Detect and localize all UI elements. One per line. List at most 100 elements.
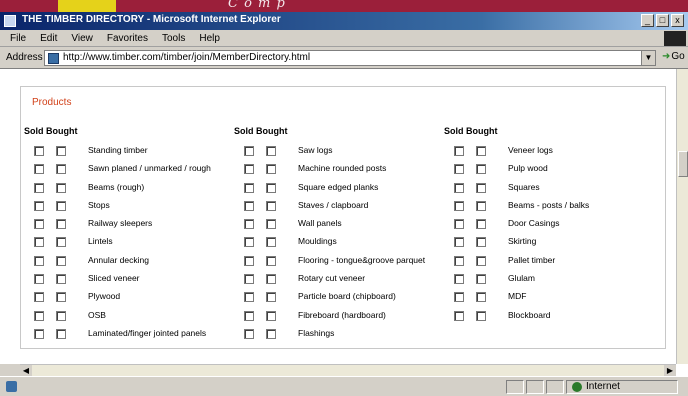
sold-checkbox[interactable] [454, 292, 464, 303]
bought-checkbox[interactable] [476, 310, 486, 321]
status-bar: Internet [0, 376, 688, 396]
address-url: http://www.timber.com/timber/join/Member… [63, 52, 311, 63]
product-row: Sliced veneer [24, 271, 234, 289]
sold-checkbox[interactable] [454, 219, 464, 230]
bought-checkbox[interactable] [266, 274, 276, 285]
bought-checkbox[interactable] [266, 182, 276, 193]
sold-checkbox[interactable] [244, 146, 254, 156]
menu-tools[interactable]: Tools [162, 33, 185, 44]
sold-checkbox[interactable] [244, 292, 254, 303]
product-label: Glulam [508, 273, 535, 284]
sold-checkbox[interactable] [244, 182, 254, 193]
menu-view[interactable]: View [71, 33, 93, 44]
scroll-thumb[interactable] [678, 151, 688, 177]
bought-checkbox[interactable] [476, 292, 486, 303]
bought-checkbox[interactable] [476, 200, 486, 211]
bought-checkbox[interactable] [476, 146, 486, 156]
chevron-down-icon[interactable]: ▼ [641, 51, 655, 65]
product-row: Beams - posts / balks [444, 198, 654, 216]
product-row: Railway sleepers [24, 216, 234, 234]
menu-help[interactable]: Help [199, 33, 220, 44]
sold-checkbox[interactable] [244, 164, 254, 175]
sold-checkbox[interactable] [244, 310, 254, 321]
bought-checkbox[interactable] [56, 310, 66, 321]
close-button[interactable]: x [671, 14, 684, 27]
sold-checkbox[interactable] [454, 164, 464, 175]
bought-checkbox[interactable] [476, 255, 486, 266]
sold-checkbox[interactable] [454, 310, 464, 321]
product-label: Skirting [508, 236, 537, 247]
bought-checkbox[interactable] [266, 146, 276, 156]
sold-checkbox[interactable] [244, 219, 254, 230]
bought-checkbox[interactable] [56, 274, 66, 285]
maximize-button[interactable]: □ [656, 14, 669, 27]
bought-checkbox[interactable] [266, 292, 276, 303]
bought-checkbox[interactable] [56, 182, 66, 193]
sold-checkbox[interactable] [244, 328, 254, 339]
sold-checkbox[interactable] [34, 219, 44, 230]
go-button[interactable]: ➜Go [662, 51, 685, 62]
bought-checkbox[interactable] [56, 255, 66, 266]
product-label: Blockboard [508, 309, 551, 320]
vertical-scrollbar[interactable] [676, 69, 688, 364]
sold-checkbox[interactable] [34, 292, 44, 303]
windows-logo-icon [664, 31, 686, 46]
bought-checkbox[interactable] [56, 328, 66, 339]
sold-checkbox[interactable] [454, 182, 464, 193]
menu-favorites[interactable]: Favorites [107, 33, 148, 44]
bought-checkbox[interactable] [476, 274, 486, 285]
sold-checkbox[interactable] [34, 255, 44, 266]
product-column-1: Sold Bought Standing timber Sawn planed / … [24, 124, 234, 344]
bought-checkbox[interactable] [56, 292, 66, 303]
bought-checkbox[interactable] [266, 200, 276, 211]
bought-checkbox[interactable] [266, 310, 276, 321]
horizontal-scrollbar[interactable]: ◀ ▶ [20, 364, 676, 376]
sold-checkbox[interactable] [34, 237, 44, 248]
sold-checkbox[interactable] [244, 274, 254, 285]
sold-checkbox[interactable] [244, 255, 254, 266]
product-row: OSB [24, 308, 234, 326]
product-label: Pulp wood [508, 163, 548, 174]
sold-checkbox[interactable] [34, 182, 44, 193]
bought-checkbox[interactable] [476, 219, 486, 230]
menu-file[interactable]: File [10, 33, 26, 44]
bought-checkbox[interactable] [266, 164, 276, 175]
sold-checkbox[interactable] [244, 237, 254, 248]
bought-checkbox[interactable] [266, 255, 276, 266]
sold-checkbox[interactable] [34, 164, 44, 175]
sold-checkbox[interactable] [34, 310, 44, 321]
scroll-left-icon[interactable]: ◀ [20, 365, 32, 376]
bought-checkbox[interactable] [476, 237, 486, 248]
sold-checkbox[interactable] [454, 255, 464, 266]
sold-checkbox[interactable] [34, 274, 44, 285]
product-label: Railway sleepers [88, 218, 153, 229]
minimize-button[interactable]: _ [641, 14, 654, 27]
bought-checkbox[interactable] [266, 237, 276, 248]
sold-checkbox[interactable] [454, 237, 464, 248]
bought-checkbox[interactable] [56, 146, 66, 156]
menu-edit[interactable]: Edit [40, 33, 57, 44]
sold-checkbox[interactable] [34, 146, 44, 156]
sold-checkbox[interactable] [454, 274, 464, 285]
bought-checkbox[interactable] [56, 164, 66, 175]
sold-checkbox[interactable] [34, 200, 44, 211]
scroll-right-icon[interactable]: ▶ [664, 365, 676, 376]
bought-checkbox[interactable] [56, 200, 66, 211]
product-row: Pulp wood [444, 161, 654, 179]
window-titlebar[interactable]: THE TIMBER DIRECTORY - Microsoft Interne… [0, 12, 688, 30]
bought-checkbox[interactable] [476, 182, 486, 193]
bought-checkbox[interactable] [476, 164, 486, 175]
product-row: Particle board (chipboard) [234, 289, 444, 307]
sold-checkbox[interactable] [34, 328, 44, 339]
product-row: Pallet timber [444, 253, 654, 271]
sold-checkbox[interactable] [244, 200, 254, 211]
bought-checkbox[interactable] [56, 219, 66, 230]
address-input[interactable]: http://www.timber.com/timber/join/Member… [44, 50, 656, 66]
product-row: Stops [24, 198, 234, 216]
bought-checkbox[interactable] [266, 219, 276, 230]
bought-checkbox[interactable] [266, 328, 276, 339]
sold-checkbox[interactable] [454, 146, 464, 156]
bought-checkbox[interactable] [56, 237, 66, 248]
sold-checkbox[interactable] [454, 200, 464, 211]
product-row: Flashings [234, 326, 444, 344]
